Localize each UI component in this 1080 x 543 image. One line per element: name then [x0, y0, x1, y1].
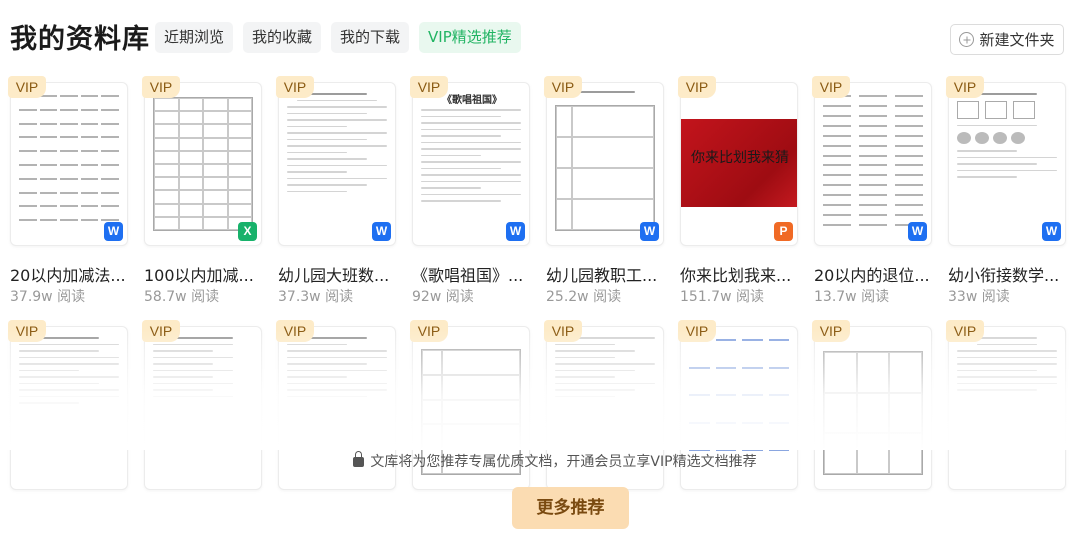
- vip-badge: VIP: [276, 76, 314, 98]
- doc-preview: [287, 93, 387, 235]
- doc-thumbnail[interactable]: W: [948, 82, 1066, 246]
- vip-badge: VIP: [812, 76, 850, 98]
- read-count: 13.7w 阅读: [814, 289, 890, 305]
- tab-recent[interactable]: 近期浏览: [155, 22, 234, 53]
- library-tabs: 近期浏览 我的收藏 我的下载 VIP精选推荐: [155, 22, 521, 53]
- doc-preview: [823, 95, 923, 229]
- word-file-icon: W: [104, 222, 123, 241]
- doc-title[interactable]: 20以内加减法...: [10, 262, 138, 286]
- read-count: 37.9w 阅读: [10, 289, 86, 305]
- more-recommendations-button[interactable]: 更多推荐: [512, 487, 629, 529]
- vip-notice-text: 文库将为您推荐专属优质文档，开通会员立享VIP精选文档推荐: [370, 454, 757, 470]
- doc-thumbnail[interactable]: W: [814, 82, 932, 246]
- vip-badge: VIP: [142, 76, 180, 98]
- word-file-icon: W: [640, 222, 659, 241]
- tab-vip-recommend[interactable]: VIP精选推荐: [419, 22, 521, 53]
- vip-badge: VIP: [544, 76, 582, 98]
- doc-thumbnail[interactable]: W: [278, 82, 396, 246]
- doc-thumbnail[interactable]: X: [144, 82, 262, 246]
- ppt-file-icon: P: [774, 222, 793, 241]
- doc-preview: [153, 97, 253, 231]
- doc-preview: [421, 109, 521, 235]
- doc-title[interactable]: 幼小衔接数学...: [948, 262, 1076, 286]
- doc-preview: [555, 105, 655, 231]
- read-count: 33w 阅读: [948, 289, 1010, 305]
- read-count: 92w 阅读: [412, 289, 474, 305]
- lock-icon: [353, 451, 365, 467]
- doc-preview: [19, 95, 119, 229]
- vip-badge: VIP: [678, 76, 716, 98]
- new-folder-button[interactable]: 新建文件夹: [950, 24, 1064, 55]
- library-header: 我的资料库 近期浏览 我的收藏 我的下载 VIP精选推荐 新建文件夹: [0, 0, 1080, 76]
- page-title: 我的资料库: [10, 24, 150, 55]
- read-count: 58.7w 阅读: [144, 289, 220, 305]
- word-file-icon: W: [908, 222, 927, 241]
- doc-thumbnail[interactable]: 《歌唱祖国》 W: [412, 82, 530, 246]
- doc-title[interactable]: 你来比划我来...: [680, 262, 808, 286]
- doc-title[interactable]: 100以内加减...: [144, 262, 272, 286]
- doc-thumbnail[interactable]: W: [10, 82, 128, 246]
- doc-title[interactable]: 幼儿园大班数...: [278, 262, 406, 286]
- read-count: 151.7w 阅读: [680, 289, 764, 305]
- slide-title: 你来比划我来猜: [691, 150, 789, 166]
- doc-preview: [957, 93, 1057, 235]
- content-fade-overlay: [0, 330, 1080, 450]
- doc-title[interactable]: 《歌唱祖国》...: [412, 262, 540, 286]
- vip-badge: VIP: [410, 76, 448, 98]
- tab-favorites[interactable]: 我的收藏: [243, 22, 322, 53]
- read-count: 37.3w 阅读: [278, 289, 354, 305]
- plus-circle-icon: [959, 32, 975, 47]
- doc-thumbnail[interactable]: W: [546, 82, 664, 246]
- word-file-icon: W: [372, 222, 391, 241]
- doc-title[interactable]: 幼儿园教职工...: [546, 262, 674, 286]
- vip-badge: VIP: [946, 76, 984, 98]
- word-file-icon: W: [1042, 222, 1061, 241]
- read-count: 25.2w 阅读: [546, 289, 622, 305]
- doc-thumbnail[interactable]: 你来比划我来猜 P: [680, 82, 798, 246]
- vip-badge: VIP: [8, 76, 46, 98]
- word-file-icon: W: [506, 222, 525, 241]
- doc-title[interactable]: 20以内的退位...: [814, 262, 942, 286]
- new-folder-label: 新建文件夹: [979, 31, 1055, 49]
- vip-notice: 文库将为您推荐专属优质文档，开通会员立享VIP精选文档推荐: [0, 451, 1080, 471]
- tab-downloads[interactable]: 我的下载: [331, 22, 410, 53]
- excel-file-icon: X: [238, 222, 257, 241]
